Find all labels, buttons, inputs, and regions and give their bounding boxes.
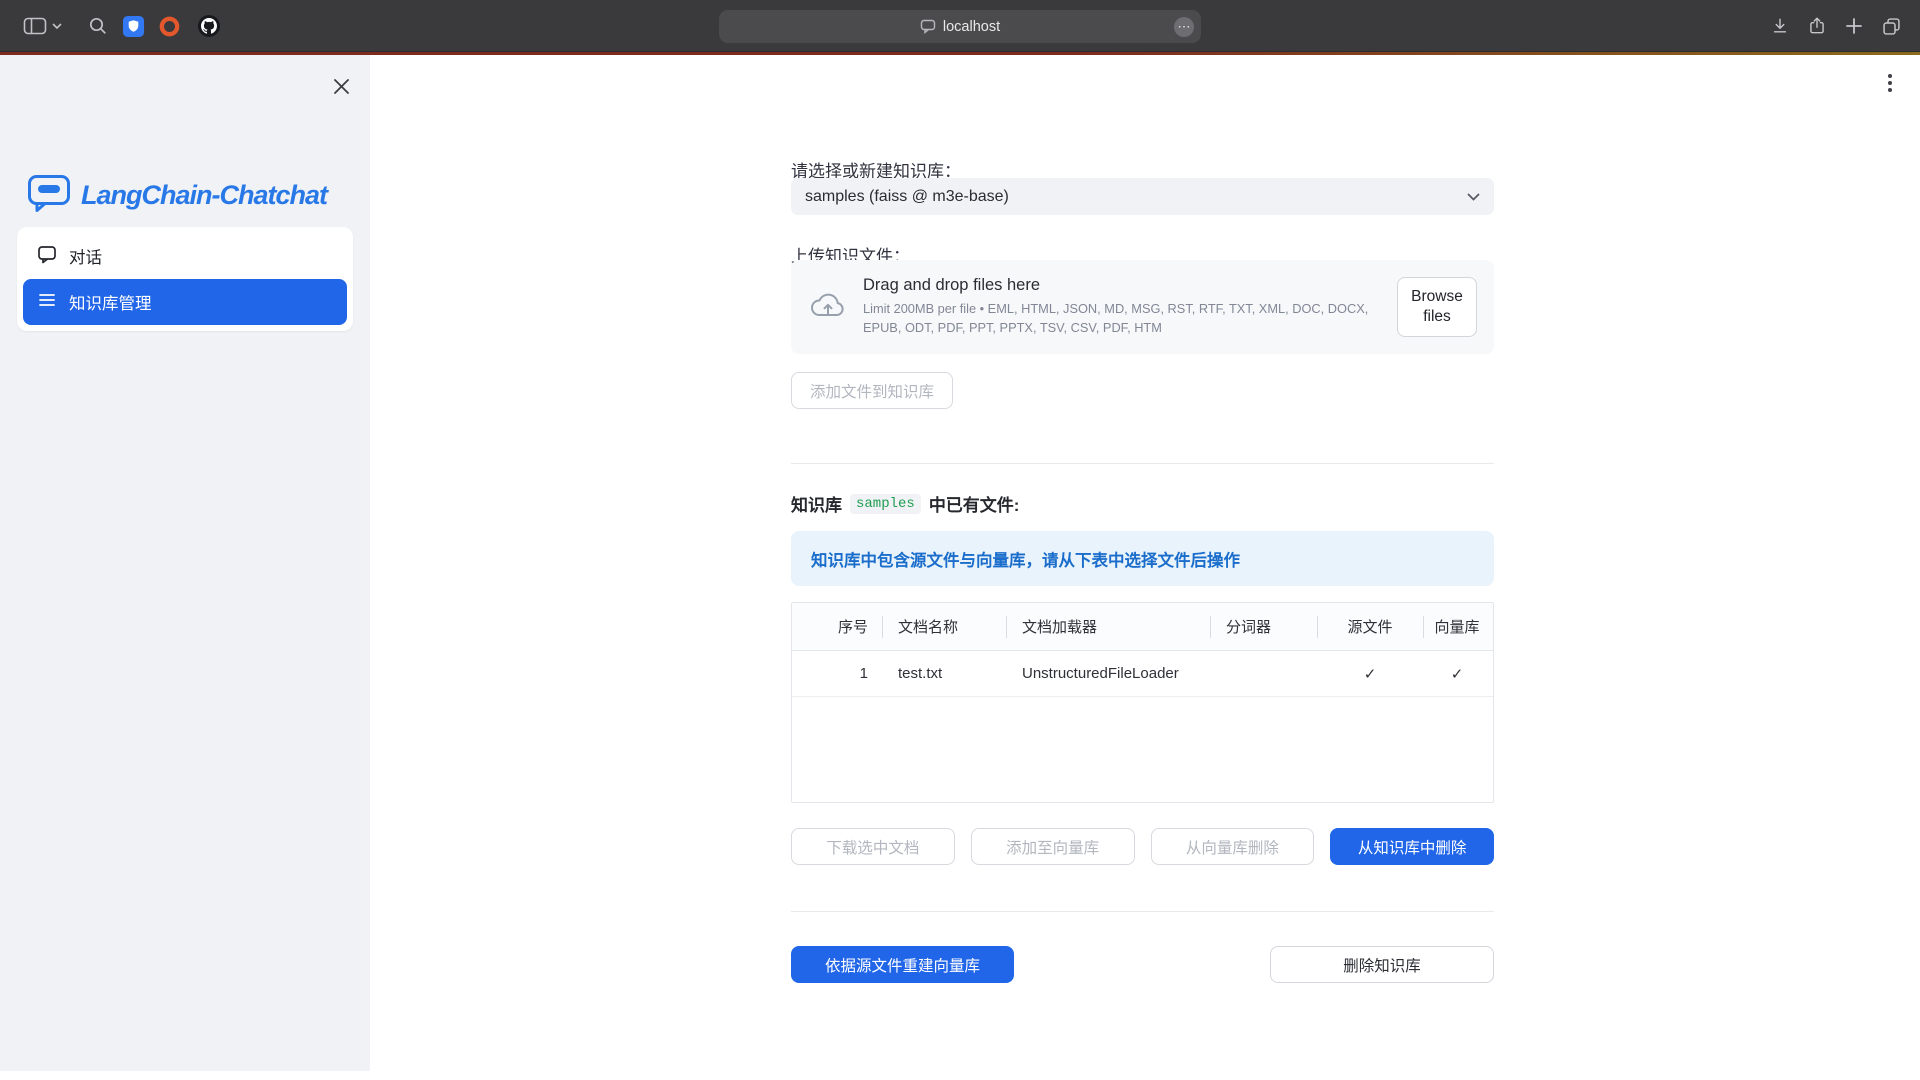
chevron-down-icon: [1467, 188, 1480, 206]
info-text: 知识库中包含源文件与向量库，请从下表中选择文件后操作: [811, 547, 1240, 571]
sidebar: LangChain-Chatchat 对话 知识库管理: [0, 55, 370, 1071]
files-heading-prefix: 知识库: [791, 491, 842, 516]
logo-bubble-icon: [27, 173, 71, 218]
content-column: 请选择或新建知识库： samples (faiss @ m3e-base) 上传…: [791, 55, 1494, 1077]
col-header-vector: 向量库: [1423, 603, 1491, 650]
site-favicon-icon: [920, 19, 936, 34]
main-menu-icon[interactable]: [1878, 69, 1902, 97]
col-header-source: 源文件: [1317, 603, 1423, 650]
sidebar-close-icon[interactable]: [330, 75, 352, 97]
dropzone-title: Drag and drop files here: [863, 276, 1397, 295]
files-heading-suffix: 中已有文件:: [929, 491, 1020, 516]
sidebar-item-knowledge-base[interactable]: 知识库管理: [23, 279, 347, 325]
add-files-button[interactable]: 添加文件到知识库: [791, 372, 953, 409]
table-row[interactable]: 1 test.txt UnstructuredFileLoader ✓ ✓: [792, 651, 1493, 697]
sidebar-item-dialogue[interactable]: 对话: [23, 233, 347, 279]
cell-tokenizer: [1210, 651, 1317, 696]
address-bar[interactable]: localhost ⋯: [719, 10, 1201, 43]
col-header-index: 序号: [792, 603, 882, 650]
share-icon[interactable]: [1804, 0, 1830, 52]
tab-overview-icon[interactable]: [1878, 0, 1904, 52]
kb-select[interactable]: samples (faiss @ m3e-base): [791, 178, 1494, 215]
app-page: LangChain-Chatchat 对话 知识库管理: [0, 55, 1920, 1080]
knowledge-base-icon: [37, 290, 57, 315]
chevron-down-icon[interactable]: [50, 0, 64, 52]
github-icon[interactable]: [196, 0, 221, 52]
sidebar-item-label: 知识库管理: [69, 290, 152, 314]
divider: [791, 911, 1494, 912]
cell-loader: UnstructuredFileLoader: [1006, 651, 1210, 696]
col-header-tokenizer: 分词器: [1210, 603, 1317, 650]
table-header-row: 序号 文档名称 文档加载器 分词器 源文件 向量库: [792, 603, 1493, 651]
files-table: 序号 文档名称 文档加载器 分词器 源文件 向量库 1 test.txt Uns…: [791, 602, 1494, 803]
sidebar-toggle-icon[interactable]: [20, 0, 50, 52]
info-banner: 知识库中包含源文件与向量库，请从下表中选择文件后操作: [791, 531, 1494, 586]
dropzone-limit: Limit 200MB per file • EML, HTML, JSON, …: [863, 300, 1397, 337]
cell-index: 1: [792, 651, 882, 696]
browse-files-button[interactable]: Browse files: [1397, 277, 1477, 337]
extensions-menu-icon[interactable]: ⋯: [1174, 17, 1194, 37]
remove-from-vector-button[interactable]: 从向量库删除: [1151, 828, 1315, 865]
kb-footer-actions: 依据源文件重建向量库 删除知识库: [791, 946, 1494, 983]
new-tab-icon[interactable]: [1841, 0, 1867, 52]
dropzone-texts: Drag and drop files here Limit 200MB per…: [863, 276, 1397, 337]
extension-icon-orange[interactable]: [157, 0, 182, 52]
file-actions: 下载选中文档 添加至向量库 从向量库删除 从知识库中删除: [791, 828, 1494, 865]
col-header-name: 文档名称: [882, 603, 1006, 650]
cell-name: test.txt: [882, 651, 1006, 696]
search-icon[interactable]: [85, 0, 111, 52]
delete-kb-button[interactable]: 删除知识库: [1270, 946, 1494, 983]
cell-source-check: ✓: [1317, 651, 1423, 696]
chat-bubble-icon: [37, 244, 57, 269]
download-selected-button[interactable]: 下载选中文档: [791, 828, 955, 865]
app-title: LangChain-Chatchat: [81, 180, 327, 211]
app-logo: LangChain-Chatchat: [27, 173, 327, 218]
browser-toolbar: localhost ⋯: [0, 0, 1920, 52]
files-heading: 知识库 samples 中已有文件:: [791, 491, 1019, 516]
main-content: 请选择或新建知识库： samples (faiss @ m3e-base) 上传…: [370, 55, 1920, 1077]
file-dropzone[interactable]: Drag and drop files here Limit 200MB per…: [791, 260, 1494, 354]
col-header-loader: 文档加载器: [1006, 603, 1210, 650]
cell-vector-check: ✓: [1423, 651, 1491, 696]
kb-select-value: samples (faiss @ m3e-base): [805, 188, 1009, 206]
kb-name-code: samples: [850, 494, 921, 514]
download-icon[interactable]: [1767, 0, 1793, 52]
add-to-vector-button[interactable]: 添加至向量库: [971, 828, 1135, 865]
cloud-upload-icon: [808, 290, 848, 325]
sidebar-nav: 对话 知识库管理: [17, 227, 353, 331]
extension-icon-blue[interactable]: [121, 0, 146, 52]
delete-from-kb-button[interactable]: 从知识库中删除: [1330, 828, 1494, 865]
rebuild-vector-store-button[interactable]: 依据源文件重建向量库: [791, 946, 1014, 983]
sidebar-item-label: 对话: [69, 244, 102, 268]
address-url: localhost: [943, 19, 1000, 35]
divider: [791, 463, 1494, 464]
